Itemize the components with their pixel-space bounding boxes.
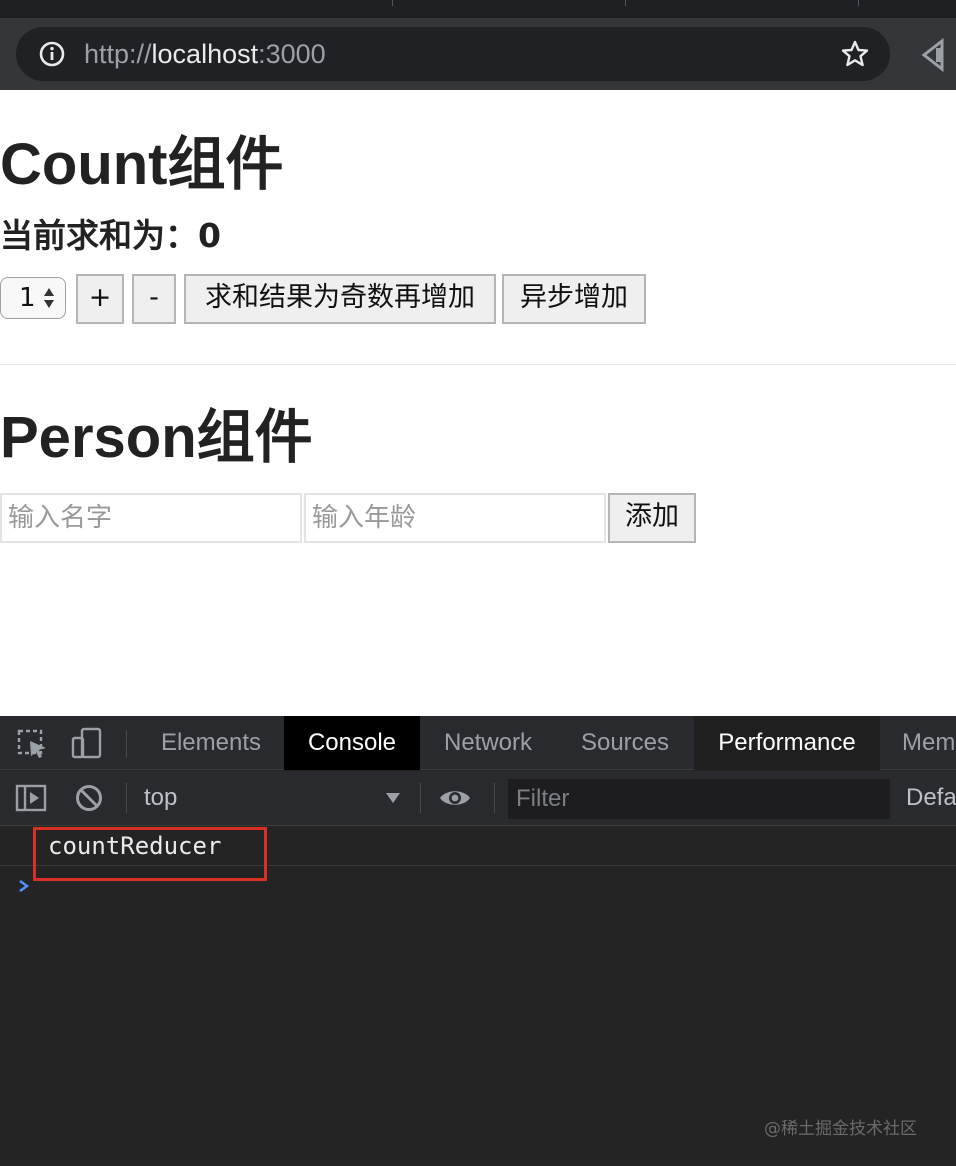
inspect-element-icon[interactable] [16, 728, 50, 762]
url-text[interactable]: http://localhost:3000 [84, 27, 326, 81]
async-increment-button[interactable]: 异步增加 [502, 274, 646, 324]
sum-display: 当前求和为：0 [0, 216, 221, 255]
select-value: 1 [19, 283, 36, 313]
url-scheme: http:// [84, 39, 152, 69]
tab-performance[interactable]: Performance [694, 716, 880, 770]
separator [126, 783, 127, 813]
person-title: Person组件 [0, 405, 313, 470]
browser-toolbar: http://localhost:3000 [0, 18, 956, 90]
url-port: :3000 [258, 39, 326, 69]
page-content: Count组件 当前求和为：0 1 + - 求和结果为奇数再增加 异步增加 Pe… [0, 90, 956, 716]
select-arrows-icon [44, 288, 54, 308]
log-levels-dropdown[interactable]: Defa [906, 771, 956, 825]
clear-console-icon[interactable] [72, 781, 106, 815]
tab-elements[interactable]: Elements [140, 716, 282, 770]
tab-separator [392, 0, 393, 6]
watermark-text: @稀土掘金技术社区 [764, 1119, 917, 1139]
devtools-tab-bar: Elements Console Network Sources Perform… [0, 716, 956, 770]
context-selector[interactable]: top [144, 771, 177, 825]
bookmark-star-icon[interactable] [840, 39, 870, 69]
address-bar[interactable]: http://localhost:3000 [16, 27, 890, 81]
count-title: Count组件 [0, 132, 284, 197]
separator [494, 783, 495, 813]
highlight-annotation [33, 827, 267, 881]
sidebar-toggle-icon[interactable] [14, 781, 48, 815]
name-input[interactable]: 输入名字 [0, 493, 302, 543]
chevron-down-icon[interactable] [384, 791, 402, 805]
eye-icon[interactable] [438, 781, 472, 815]
url-host: localhost [151, 39, 259, 69]
separator [420, 783, 421, 813]
device-toolbar-icon[interactable] [70, 726, 104, 760]
increment-amount-select[interactable]: 1 [0, 277, 66, 319]
tab-separator [858, 0, 859, 6]
separator [126, 730, 127, 758]
add-person-button[interactable]: 添加 [608, 493, 696, 543]
browser-tab-strip [0, 0, 956, 18]
tab-sources[interactable]: Sources [556, 716, 694, 770]
info-icon[interactable] [38, 40, 66, 68]
console-prompt-icon[interactable] [16, 878, 32, 894]
tab-memory[interactable]: Mem [882, 716, 956, 770]
divider [0, 364, 956, 365]
extension-arrow-icon[interactable] [918, 38, 948, 72]
filter-input[interactable]: Filter [508, 779, 890, 819]
console-toolbar: top Filter Defa [0, 771, 956, 826]
age-input[interactable]: 输入年龄 [304, 493, 606, 543]
tab-separator [625, 0, 626, 6]
decrement-button[interactable]: - [132, 274, 176, 324]
devtools-panel: Elements Console Network Sources Perform… [0, 716, 956, 1166]
tab-console[interactable]: Console [284, 716, 420, 770]
tab-network[interactable]: Network [420, 716, 556, 770]
odd-increment-button[interactable]: 求和结果为奇数再增加 [184, 274, 496, 324]
increment-button[interactable]: + [76, 274, 124, 324]
